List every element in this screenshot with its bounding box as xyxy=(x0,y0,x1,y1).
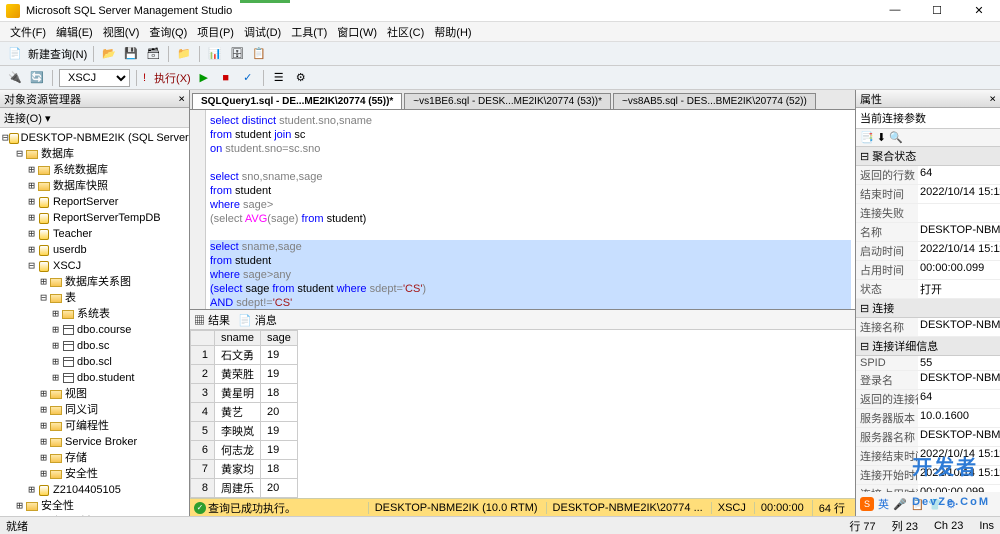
tab-vs8ab5[interactable]: ~vs8AB5.sql - DES...BME2IK\20774 (52)) xyxy=(613,93,816,109)
connect-dropdown[interactable]: 连接(O) ▾ xyxy=(4,110,50,126)
new-query-button[interactable]: 📄 xyxy=(6,45,24,63)
status-col: 列 23 xyxy=(892,518,918,534)
status-message: 查询已成功执行。 xyxy=(208,500,296,516)
status-db: XSCJ xyxy=(711,502,752,514)
titlebar: Microsoft SQL Server Management Studio —… xyxy=(0,0,1000,22)
ime-bar[interactable]: S 英🎤📋👕⚙ xyxy=(856,492,1000,516)
menu-view[interactable]: 视图(V) xyxy=(99,22,144,42)
tab-messages[interactable]: 📄 消息 xyxy=(238,312,277,328)
menu-window[interactable]: 窗口(W) xyxy=(333,22,381,42)
properties-panel: 属性× 当前连接参数 📑 ⬇ 🔍 ⊟ 聚合状态返回的行数64结束时间2022/1… xyxy=(855,90,1000,516)
plan-icon[interactable]: ☰ xyxy=(270,69,288,87)
result-grid-1[interactable]: snamesage1石文勇192黄荣胜193黄星明184黄艺205李映岚196何… xyxy=(190,330,298,498)
toolbar-sql: 🔌 🔄 XSCJ ! 执行(X) ▶ ■ ✓ ☰ ⚙ xyxy=(0,66,1000,90)
sogou-icon: S xyxy=(860,497,874,511)
toolbar-main: 📄 新建查询(N) 📂 💾 🗃 📁 📊 🗄 📋 xyxy=(0,42,1000,66)
connect-icon[interactable]: 🔌 xyxy=(6,69,24,87)
status-rows: 64 行 xyxy=(812,500,851,516)
panel-close-icon[interactable]: × xyxy=(178,92,185,105)
query-status-bar: ✓ 查询已成功执行。 DESKTOP-NBME2IK (10.0 RTM) DE… xyxy=(190,498,855,516)
status-line: 行 77 xyxy=(849,518,875,534)
activity-icon[interactable]: 📊 xyxy=(206,45,224,63)
new-query-label[interactable]: 新建查询(N) xyxy=(28,46,87,62)
minimize-button[interactable]: — xyxy=(880,4,910,17)
status-ins: Ins xyxy=(979,520,994,532)
status-ch: Ch 23 xyxy=(934,520,963,532)
menu-tools[interactable]: 工具(T) xyxy=(287,22,331,42)
database-combo[interactable]: XSCJ xyxy=(59,69,130,87)
server-node: ⊟DESKTOP-NBME2IK (SQL Server 10.0.160 xyxy=(2,130,187,146)
execute-button[interactable]: 执行(X) xyxy=(154,70,191,86)
execute-icon[interactable]: ! xyxy=(143,72,146,84)
maximize-button[interactable]: ☐ xyxy=(922,4,952,17)
sql-editor[interactable]: select distinct student.sno,sname from s… xyxy=(190,110,855,310)
progress-indicator xyxy=(240,0,290,3)
props-close-icon[interactable]: × xyxy=(989,92,996,105)
app-status-bar: 就绪 行 77 列 23 Ch 23 Ins xyxy=(0,516,1000,534)
menu-edit[interactable]: 编辑(E) xyxy=(52,22,97,42)
parse-icon[interactable]: ✓ xyxy=(239,69,257,87)
menu-query[interactable]: 查询(Q) xyxy=(145,22,191,42)
explorer-header: 对象资源管理器 × xyxy=(0,90,189,108)
menu-debug[interactable]: 调试(D) xyxy=(240,22,285,42)
status-ready: 就绪 xyxy=(6,518,28,534)
save-icon[interactable]: 💾 xyxy=(122,45,140,63)
status-time: 00:00:00 xyxy=(754,502,810,514)
open-icon[interactable]: 📂 xyxy=(100,45,118,63)
tab-vs1be6[interactable]: ~vs1BE6.sql - DESK...ME2IK\20774 (53))* xyxy=(404,93,611,109)
template-icon[interactable]: 📋 xyxy=(250,45,268,63)
registered-icon[interactable]: 🗄 xyxy=(228,45,246,63)
object-explorer: 对象资源管理器 × 连接(O) ▾ ⊟DESKTOP-NBME2IK (SQL … xyxy=(0,90,190,516)
explorer-toolbar: 连接(O) ▾ xyxy=(0,108,189,128)
close-button[interactable]: ✕ xyxy=(964,4,994,17)
document-tabs: SQLQuery1.sql - DE...ME2IK\20774 (55))* … xyxy=(190,90,855,110)
menu-file[interactable]: 文件(F) xyxy=(6,22,50,42)
debug-icon[interactable]: ▶ xyxy=(195,69,213,87)
status-server: DESKTOP-NBME2IK (10.0 RTM) xyxy=(368,502,544,514)
options-icon[interactable]: ⚙ xyxy=(292,69,310,87)
saveall-icon[interactable]: 🗃 xyxy=(144,45,162,63)
menu-help[interactable]: 帮助(H) xyxy=(430,22,475,42)
stop-icon[interactable]: ■ xyxy=(217,69,235,87)
change-conn-icon[interactable]: 🔄 xyxy=(28,69,46,87)
app-icon xyxy=(6,4,20,18)
menu-community[interactable]: 社区(C) xyxy=(383,22,428,42)
tab-query1[interactable]: SQLQuery1.sql - DE...ME2IK\20774 (55))* xyxy=(192,93,402,109)
status-user: DESKTOP-NBME2IK\20774 ... xyxy=(546,502,709,514)
app-title: Microsoft SQL Server Management Studio xyxy=(26,5,880,17)
props-subject: 当前连接参数 xyxy=(856,108,1000,129)
results-pane: ▦ 结果 📄 消息 snamesage1石文勇192黄荣胜193黄星明184黄艺… xyxy=(190,310,855,516)
success-icon: ✓ xyxy=(194,502,206,514)
menu-project[interactable]: 项目(P) xyxy=(193,22,238,42)
tab-results[interactable]: ▦ 结果 xyxy=(194,312,230,328)
explorer-tree[interactable]: ⊟DESKTOP-NBME2IK (SQL Server 10.0.160 ⊟数… xyxy=(0,128,189,516)
folder-icon[interactable]: 📁 xyxy=(175,45,193,63)
menubar: 文件(F) 编辑(E) 视图(V) 查询(Q) 项目(P) 调试(D) 工具(T… xyxy=(0,22,1000,42)
